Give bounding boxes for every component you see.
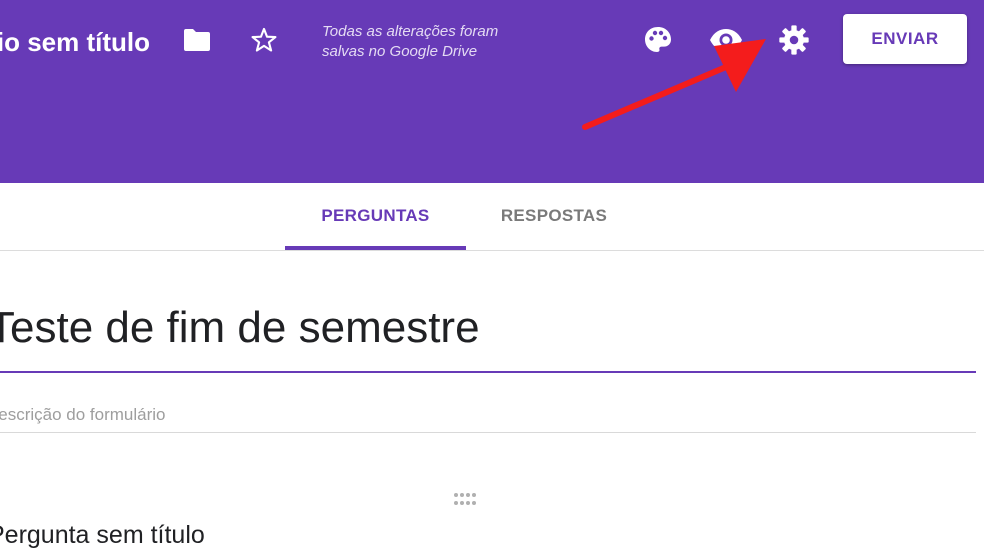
form-title-field[interactable]: Teste de fim de semestre xyxy=(0,296,976,373)
tab-perguntas[interactable]: PERGUNTAS xyxy=(285,183,466,250)
settings-button[interactable] xyxy=(774,20,814,60)
folder-icon xyxy=(184,29,210,51)
eye-icon xyxy=(710,29,742,51)
tab-respostas[interactable]: RESPOSTAS xyxy=(466,183,642,250)
document-title[interactable]: Formulário sem título xyxy=(0,24,150,60)
drag-handle-icon[interactable] xyxy=(453,492,477,506)
save-status-line-1: Todas as alterações foram xyxy=(322,23,499,40)
star-button[interactable] xyxy=(244,20,284,60)
question-title[interactable]: Pergunta sem título xyxy=(0,517,205,553)
preview-button[interactable] xyxy=(706,20,746,60)
customize-theme-button[interactable] xyxy=(638,20,678,60)
save-status: Todas as alterações foram salvas no Goog… xyxy=(322,22,562,62)
gear-icon xyxy=(779,25,809,55)
form-description-placeholder: Descrição do formulário xyxy=(0,405,166,424)
send-button[interactable]: ENVIAR xyxy=(843,14,967,64)
form-description-field[interactable]: Descrição do formulário xyxy=(0,402,976,433)
save-status-line-2: salvas no Google Drive xyxy=(322,43,478,60)
document-title-container[interactable]: Formulário sem título xyxy=(0,24,160,60)
move-to-folder-button[interactable] xyxy=(177,20,217,60)
palette-icon xyxy=(645,27,671,52)
active-tab-indicator xyxy=(285,246,466,250)
tab-bar: PERGUNTAS RESPOSTAS xyxy=(0,183,984,251)
star-icon xyxy=(251,27,277,52)
form-header: Formulário sem título Todas as alteraçõe… xyxy=(0,0,984,183)
form-title[interactable]: Teste de fim de semestre xyxy=(0,296,480,360)
